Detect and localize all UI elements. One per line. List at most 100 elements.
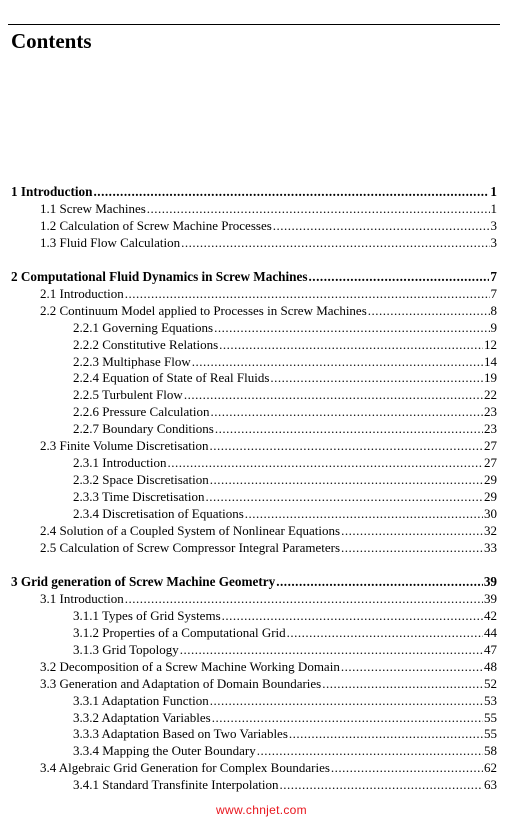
toc-subsection-entry[interactable]: 2.2.3 Multiphase Flow 14 <box>73 353 497 370</box>
toc-section-entry[interactable]: 2.1 Introduction 7 <box>40 285 497 302</box>
toc-page-number: 33 <box>484 540 497 555</box>
toc-entry-label: 2.2.4 Equation of State of Real Fluids <box>73 370 270 385</box>
toc-subsection-entry[interactable]: 2.3.3 Time Discretisation 29 <box>73 488 497 505</box>
toc-subsection-entry[interactable]: 3.3.1 Adaptation Function 53 <box>73 692 497 709</box>
toc-entry-label: 2.3.4 Discretisation of Equations <box>73 506 244 521</box>
toc-entry-label: 1.3 Fluid Flow Calculation <box>40 235 181 250</box>
dot-leader <box>210 403 483 420</box>
toc-subsection-entry[interactable]: 2.2.1 Governing Equations 9 <box>73 319 497 336</box>
toc-subsection-entry[interactable]: 3.3.2 Adaptation Variables 55 <box>73 709 497 726</box>
toc-page-number: 7 <box>490 269 497 284</box>
dot-leader <box>180 641 483 658</box>
toc-chapter-entry[interactable]: 2 Computational Fluid Dynamics in Screw … <box>11 268 497 285</box>
dot-leader <box>184 386 483 403</box>
dot-leader <box>341 658 483 675</box>
toc-subsection-entry[interactable]: 3.3.4 Mapping the Outer Boundary 58 <box>73 742 497 759</box>
toc-section-entry[interactable]: 3.3 Generation and Adaptation of Domain … <box>40 675 497 692</box>
dot-leader <box>273 217 490 234</box>
toc-section-entry[interactable]: 2.3 Finite Volume Discretisation 27 <box>40 437 497 454</box>
toc-subsection-entry[interactable]: 3.1.2 Properties of a Computational Grid… <box>73 624 497 641</box>
toc-entry-label: 3.3.3 Adaptation Based on Two Variables <box>73 726 288 741</box>
toc-chapter-entry[interactable]: 1 Introduction 1 <box>11 183 497 200</box>
dot-leader <box>222 607 483 624</box>
dot-leader <box>214 319 489 336</box>
toc-entry-label: 3.4.1 Standard Transfinite Interpolation <box>73 777 279 792</box>
toc-page-number: 1 <box>490 201 498 216</box>
toc-page-number: 22 <box>484 387 497 402</box>
dot-leader <box>168 454 483 471</box>
dot-leader <box>341 539 483 556</box>
toc-page-number: 27 <box>484 438 497 453</box>
toc-page-number: 58 <box>484 743 497 758</box>
toc-subsection-entry[interactable]: 2.2.7 Boundary Conditions 23 <box>73 420 497 437</box>
toc-page-number: 39 <box>484 591 497 606</box>
toc-entry-label: 2.3.1 Introduction <box>73 455 167 470</box>
toc-subsection-entry[interactable]: 2.3.1 Introduction 27 <box>73 454 497 471</box>
toc-entry-label: 2.5 Calculation of Screw Compressor Inte… <box>40 540 340 555</box>
dot-leader <box>205 488 483 505</box>
toc-entry-label: 2 Computational Fluid Dynamics in Screw … <box>11 269 308 284</box>
toc-subsection-entry[interactable]: 3.1.3 Grid Topology 47 <box>73 641 497 658</box>
dot-leader <box>276 573 483 590</box>
toc-page-number: 23 <box>484 421 497 436</box>
toc-subsection-entry[interactable]: 3.3.3 Adaptation Based on Two Variables 5… <box>73 725 497 742</box>
toc-page-number: 62 <box>484 760 497 775</box>
toc-section-entry[interactable]: 2.4 Solution of a Coupled System of Nonl… <box>40 522 497 539</box>
toc-section-entry[interactable]: 1.1 Screw Machines 1 <box>40 200 497 217</box>
toc-page-number: 7 <box>490 286 498 301</box>
toc-page-number: 19 <box>484 370 497 385</box>
dot-leader <box>289 725 483 742</box>
dot-leader <box>270 369 483 386</box>
toc-entry-label: 3.2 Decomposition of a Screw Machine Wor… <box>40 659 340 674</box>
toc-entry-label: 3.3.1 Adaptation Function <box>73 693 209 708</box>
dot-leader <box>287 624 483 641</box>
toc-subsection-entry[interactable]: 2.3.2 Space Discretisation 29 <box>73 471 497 488</box>
toc-entry-label: 2.2.1 Governing Equations <box>73 320 214 335</box>
toc-section-entry[interactable]: 3.2 Decomposition of a Screw Machine Wor… <box>40 658 497 675</box>
toc-page-number: 42 <box>484 608 497 623</box>
toc-subsection-entry[interactable]: 2.2.5 Turbulent Flow 22 <box>73 386 497 403</box>
dot-leader <box>341 522 483 539</box>
toc-entry-label: 3.3.2 Adaptation Variables <box>73 710 211 725</box>
toc-subsection-entry[interactable]: 3.4.1 Standard Transfinite Interpolation… <box>73 776 497 793</box>
toc-page-number: 30 <box>484 506 497 521</box>
toc-section-entry[interactable]: 1.3 Fluid Flow Calculation 3 <box>40 234 497 251</box>
toc-page-number: 23 <box>484 404 497 419</box>
toc-page-number: 3 <box>490 218 498 233</box>
toc-entry-label: 2.2.5 Turbulent Flow <box>73 387 183 402</box>
toc-subsection-entry[interactable]: 2.2.2 Constitutive Relations 12 <box>73 336 497 353</box>
toc-entry-label: 2.3.2 Space Discretisation <box>73 472 209 487</box>
toc-entry-label: 3.4 Algebraic Grid Generation for Comple… <box>40 760 330 775</box>
toc-section-entry[interactable]: 1.2 Calculation of Screw Machine Process… <box>40 217 497 234</box>
toc-entry-label: 3.1.1 Types of Grid Systems <box>73 608 221 623</box>
dot-leader <box>257 742 483 759</box>
toc-subsection-entry[interactable]: 2.2.6 Pressure Calculation 23 <box>73 403 497 420</box>
toc-page-number: 52 <box>484 676 497 691</box>
toc-page-number: 55 <box>484 710 497 725</box>
toc-entry-label: 1.2 Calculation of Screw Machine Process… <box>40 218 272 233</box>
dot-leader <box>147 200 490 217</box>
toc-section-entry[interactable]: 3.1 Introduction 39 <box>40 590 497 607</box>
toc-section-entry[interactable]: 2.2 Continuum Model applied to Processes… <box>40 302 497 319</box>
toc-section-entry[interactable]: 2.5 Calculation of Screw Compressor Inte… <box>40 539 497 556</box>
toc-entry-label: 3.1 Introduction <box>40 591 124 606</box>
toc-page-number: 47 <box>484 642 497 657</box>
dot-leader <box>212 709 483 726</box>
toc-entry-label: 2.1 Introduction <box>40 286 124 301</box>
toc-entry-label: 1 Introduction <box>11 184 93 199</box>
dot-leader <box>125 590 483 607</box>
toc-subsection-entry[interactable]: 2.3.4 Discretisation of Equations 30 <box>73 505 497 522</box>
toc-entry-label: 2.2.2 Constitutive Relations <box>73 337 219 352</box>
dot-leader <box>215 420 483 437</box>
toc-section-entry[interactable]: 3.4 Algebraic Grid Generation for Comple… <box>40 759 497 776</box>
dot-leader <box>279 776 483 793</box>
toc-subsection-entry[interactable]: 2.2.4 Equation of State of Real Fluids 19 <box>73 369 497 386</box>
dot-leader <box>125 285 490 302</box>
toc-entry-label: 3.1.2 Properties of a Computational Grid <box>73 625 286 640</box>
toc-page-number: 29 <box>484 489 497 504</box>
toc-subsection-entry[interactable]: 3.1.1 Types of Grid Systems 42 <box>73 607 497 624</box>
toc-page-number: 8 <box>490 303 498 318</box>
toc-chapter-entry[interactable]: 3 Grid generation of Screw Machine Geome… <box>11 573 497 590</box>
toc-page-number: 27 <box>484 455 497 470</box>
toc-entry-label: 1.1 Screw Machines <box>40 201 146 216</box>
